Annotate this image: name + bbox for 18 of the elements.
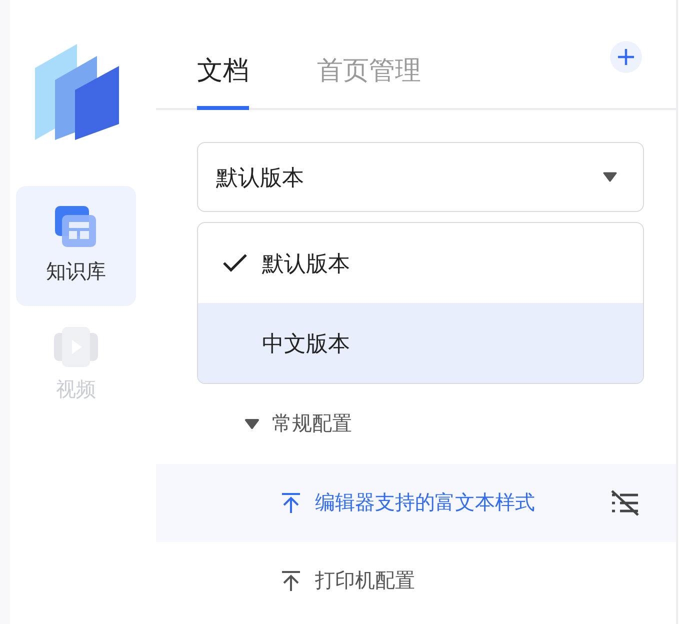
- add-button[interactable]: [610, 41, 642, 73]
- tree-item[interactable]: 编辑器支持的富文本样式: [156, 464, 676, 542]
- logo-icon: [35, 44, 121, 140]
- caret-icon: [603, 172, 617, 182]
- tab[interactable]: 文档: [197, 50, 249, 110]
- pin-top-icon: [281, 570, 301, 592]
- dropdown-option[interactable]: 中文版本: [198, 303, 643, 383]
- tree-item[interactable]: 打印机配置: [156, 542, 676, 620]
- tree-group[interactable]: 常规配置: [156, 384, 676, 464]
- version-select[interactable]: 默认版本: [197, 142, 644, 212]
- rail-item[interactable]: 知识库: [16, 186, 136, 306]
- caret-icon: [244, 418, 260, 430]
- dropdown-option[interactable]: 默认版本: [198, 223, 643, 303]
- plus-icon: [617, 48, 635, 66]
- hide-list-icon[interactable]: [610, 489, 640, 517]
- library-icon: [54, 205, 98, 249]
- pin-top-icon: [281, 492, 301, 514]
- video-icon: [54, 327, 98, 367]
